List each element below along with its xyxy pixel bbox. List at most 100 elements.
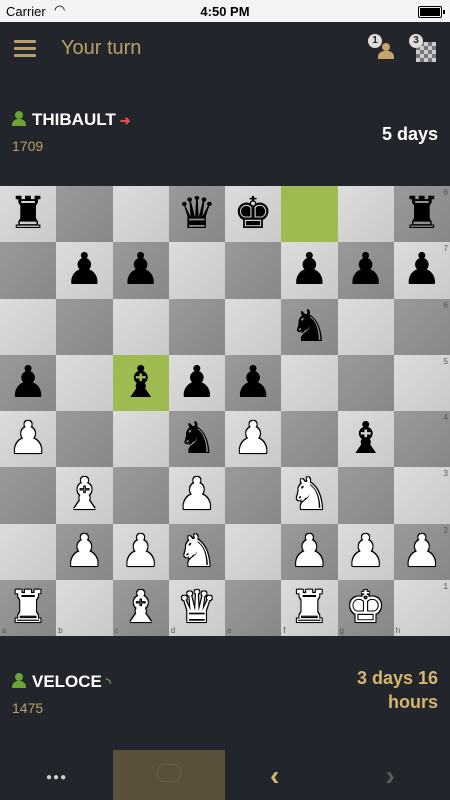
square-d5[interactable]: ♟: [168, 354, 225, 411]
square-b6[interactable]: [56, 298, 113, 355]
white-king-icon[interactable]: ♚: [338, 580, 394, 636]
player-name[interactable]: VELOCE: [32, 672, 102, 691]
square-f2[interactable]: ♟: [281, 523, 338, 580]
square-f4[interactable]: [281, 411, 338, 468]
square-c5[interactable]: ♝: [112, 354, 169, 411]
square-f3[interactable]: ♞: [281, 467, 338, 524]
square-c4[interactable]: [112, 411, 169, 468]
white-knight-icon[interactable]: ♞: [169, 524, 225, 580]
square-c8[interactable]: [112, 186, 169, 243]
square-d8[interactable]: ♛: [168, 186, 225, 243]
white-bishop-icon[interactable]: ♝: [113, 580, 169, 636]
black-bishop-icon[interactable]: ♝: [338, 411, 394, 467]
square-c7[interactable]: ♟: [112, 242, 169, 299]
white-pawn-icon[interactable]: ♟: [113, 524, 169, 580]
square-e8[interactable]: ♚: [225, 186, 282, 243]
white-pawn-icon[interactable]: ♟: [394, 524, 450, 580]
square-e4[interactable]: ♟: [225, 411, 282, 468]
black-pawn-icon[interactable]: ♟: [0, 355, 56, 411]
white-knight-icon[interactable]: ♞: [281, 467, 337, 523]
square-f7[interactable]: ♟: [281, 242, 338, 299]
black-pawn-icon[interactable]: ♟: [56, 242, 112, 298]
square-d1[interactable]: ♛ d: [168, 579, 225, 636]
square-g7[interactable]: ♟: [337, 242, 394, 299]
square-h4[interactable]: 4: [393, 411, 450, 468]
square-h2[interactable]: ♟ 2: [393, 523, 450, 580]
white-rook-icon[interactable]: ♜: [0, 580, 56, 636]
white-pawn-icon[interactable]: ♟: [56, 524, 112, 580]
square-g3[interactable]: [337, 467, 394, 524]
square-a1[interactable]: ♜ a: [0, 579, 57, 636]
square-h1[interactable]: 1h: [393, 579, 450, 636]
square-d3[interactable]: ♟: [168, 467, 225, 524]
friends-button[interactable]: 1: [368, 34, 398, 64]
square-e1[interactable]: e: [225, 579, 282, 636]
square-b7[interactable]: ♟: [56, 242, 113, 299]
square-g6[interactable]: [337, 298, 394, 355]
previous-move-button[interactable]: ‹: [225, 750, 338, 800]
white-pawn-icon[interactable]: ♟: [338, 524, 394, 580]
square-d2[interactable]: ♞: [168, 523, 225, 580]
black-pawn-icon[interactable]: ♟: [169, 355, 225, 411]
white-queen-icon[interactable]: ♛: [169, 580, 225, 636]
square-f5[interactable]: [281, 354, 338, 411]
games-button[interactable]: 3: [409, 34, 439, 64]
square-h7[interactable]: ♟ 7: [393, 242, 450, 299]
square-e6[interactable]: [225, 298, 282, 355]
square-a8[interactable]: ♜: [0, 186, 57, 243]
white-pawn-icon[interactable]: ♟: [169, 467, 225, 523]
square-h6[interactable]: 6: [393, 298, 450, 355]
next-move-button[interactable]: ›: [338, 750, 450, 800]
more-button[interactable]: ●●●: [0, 750, 113, 800]
square-a2[interactable]: [0, 523, 57, 580]
black-rook-icon[interactable]: ♜: [394, 186, 450, 242]
square-c6[interactable]: [112, 298, 169, 355]
black-king-icon[interactable]: ♚: [225, 186, 281, 242]
square-a4[interactable]: ♟: [0, 411, 57, 468]
square-b5[interactable]: [56, 354, 113, 411]
square-c3[interactable]: [112, 467, 169, 524]
square-g2[interactable]: ♟: [337, 523, 394, 580]
square-e2[interactable]: [225, 523, 282, 580]
black-pawn-icon[interactable]: ♟: [113, 242, 169, 298]
black-pawn-icon[interactable]: ♟: [225, 355, 281, 411]
square-b4[interactable]: [56, 411, 113, 468]
square-f8[interactable]: [281, 186, 338, 243]
menu-button[interactable]: [14, 40, 36, 58]
chess-board[interactable]: ♜ ♛ ♚ ♜ 8 ♟ ♟ ♟ ♟ ♟ 7 ♞ 6 ♟ ♝ ♟ ♟ 5 ♟ ♞ ♟ ♝ 4 ♝ ♟ ♞ 3 ♟ ♟ ♞ ♟ ♟ ♟ 2 ♜ a b ♝ c ♛…: [0, 186, 450, 636]
square-c2[interactable]: ♟: [112, 523, 169, 580]
square-a3[interactable]: [0, 467, 57, 524]
square-e3[interactable]: [225, 467, 282, 524]
white-pawn-icon[interactable]: ♟: [0, 411, 56, 467]
opponent-name[interactable]: THIBAULT: [32, 110, 116, 129]
square-b2[interactable]: ♟: [56, 523, 113, 580]
square-c1[interactable]: ♝ c: [112, 579, 169, 636]
square-f1[interactable]: ♜ f: [281, 579, 338, 636]
black-pawn-icon[interactable]: ♟: [338, 242, 394, 298]
white-rook-icon[interactable]: ♜: [281, 580, 337, 636]
black-bishop-icon[interactable]: ♝: [113, 355, 169, 411]
square-e5[interactable]: ♟: [225, 354, 282, 411]
square-h5[interactable]: 5: [393, 354, 450, 411]
white-pawn-icon[interactable]: ♟: [281, 524, 337, 580]
white-pawn-icon[interactable]: ♟: [225, 411, 281, 467]
black-knight-icon[interactable]: ♞: [281, 299, 337, 355]
black-queen-icon[interactable]: ♛: [169, 186, 225, 242]
analysis-button[interactable]: [112, 750, 225, 800]
square-b1[interactable]: b: [56, 579, 113, 636]
square-h8[interactable]: ♜ 8: [393, 186, 450, 243]
square-a7[interactable]: [0, 242, 57, 299]
square-g8[interactable]: [337, 186, 394, 243]
square-a5[interactable]: ♟: [0, 354, 57, 411]
white-bishop-icon[interactable]: ♝: [56, 467, 112, 523]
square-h3[interactable]: 3: [393, 467, 450, 524]
square-a6[interactable]: [0, 298, 57, 355]
square-b8[interactable]: [56, 186, 113, 243]
square-d4[interactable]: ♞: [168, 411, 225, 468]
square-d7[interactable]: [168, 242, 225, 299]
square-g1[interactable]: ♚ g: [337, 579, 394, 636]
square-b3[interactable]: ♝: [56, 467, 113, 524]
square-e7[interactable]: [225, 242, 282, 299]
black-pawn-icon[interactable]: ♟: [394, 242, 450, 298]
square-d6[interactable]: [168, 298, 225, 355]
